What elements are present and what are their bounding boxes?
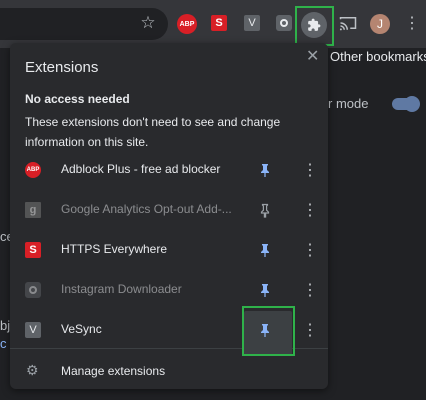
background-link-fragment[interactable]: c (0, 336, 7, 351)
gear-icon: ⚙ (26, 362, 39, 378)
cast-glyph-icon (339, 17, 357, 31)
background-mode-text: r mode (328, 96, 369, 111)
close-icon[interactable]: ✕ (306, 46, 319, 66)
chrome-menu-icon[interactable]: ⋮ (401, 12, 423, 34)
other-bookmarks-link[interactable]: Other bookmarks (330, 49, 426, 64)
section-description: These extensions don't need to see and c… (25, 115, 281, 149)
extension-row-https-everywhere[interactable]: S HTTPS Everywhere ⋮ (10, 230, 328, 270)
extension-name: Instagram Downloader (61, 282, 182, 296)
https-everywhere-icon: S (25, 242, 41, 258)
pin-icon[interactable] (257, 242, 273, 258)
more-options-icon[interactable]: ⋮ (302, 280, 318, 300)
extension-name: HTTPS Everywhere (61, 242, 168, 256)
bookmark-star-icon[interactable]: ☆ (137, 12, 159, 34)
extension-name: VeSync (61, 322, 102, 336)
extension-name: Google Analytics Opt-out Add-... (61, 202, 232, 216)
more-options-icon[interactable]: ⋮ (302, 200, 318, 220)
pin-icon[interactable] (257, 282, 273, 298)
background-toggle[interactable] (392, 96, 420, 112)
https-everywhere-toolbar-icon[interactable]: S (211, 15, 227, 31)
pin-outline-icon[interactable] (257, 202, 273, 218)
pin-icon[interactable] (257, 162, 273, 178)
more-options-icon[interactable]: ⋮ (302, 160, 318, 180)
extension-row-adblock-plus[interactable]: ABP Adblock Plus - free ad blocker ⋮ (10, 150, 328, 190)
adblock-plus-icon: ABP (25, 162, 41, 178)
cast-icon[interactable] (337, 12, 359, 34)
extension-row-instagram-downloader[interactable]: Instagram Downloader ⋮ (10, 270, 328, 310)
more-options-icon[interactable]: ⋮ (302, 320, 318, 340)
extension-row-google-analytics-opt-out[interactable]: g Google Analytics Opt-out Add-... ⋮ (10, 190, 328, 230)
browser-toolbar: ☆ ABP S V J ⋮ (0, 0, 426, 48)
instagram-downloader-icon (25, 282, 41, 298)
vesync-toolbar-icon[interactable]: V (244, 15, 260, 31)
extension-name: Adblock Plus - free ad blocker (61, 162, 221, 176)
google-analytics-icon: g (25, 202, 41, 218)
more-options-icon[interactable]: ⋮ (302, 240, 318, 260)
manage-extensions-button[interactable]: ⚙ Manage extensions (10, 356, 328, 386)
manage-extensions-label: Manage extensions (61, 364, 166, 378)
background-text-fragment: bj (0, 318, 11, 333)
vesync-icon: V (25, 322, 41, 338)
instagram-downloader-toolbar-icon[interactable] (276, 15, 292, 31)
adblock-toolbar-icon[interactable]: ABP (177, 14, 197, 34)
profile-avatar[interactable]: J (370, 14, 390, 34)
panel-title: Extensions (25, 59, 99, 76)
extensions-button-highlight (295, 6, 334, 46)
pin-button-highlight (242, 306, 295, 356)
section-heading: No access needed (25, 92, 130, 106)
